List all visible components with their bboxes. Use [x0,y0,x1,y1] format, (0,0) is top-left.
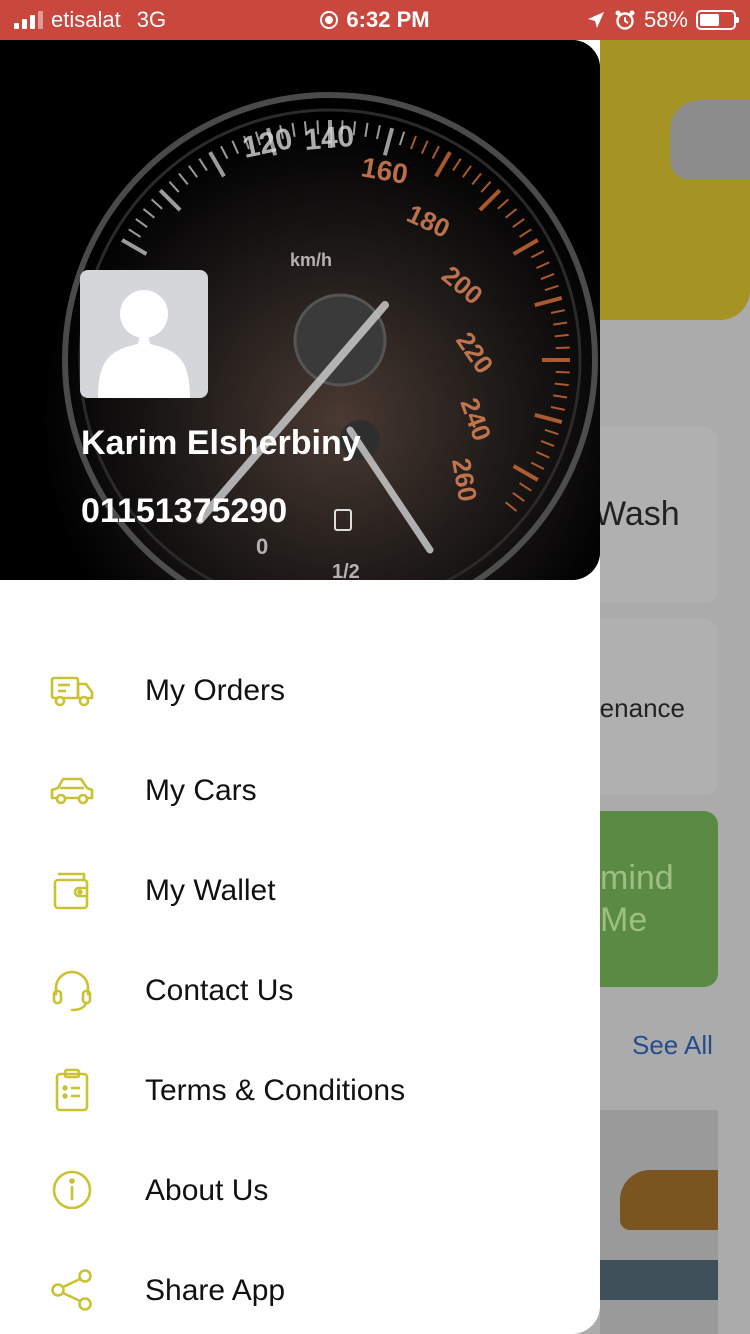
car-icon [50,777,94,805]
user-phone: 01151375290 [81,492,288,530]
menu-label: Contact Us [145,974,294,1007]
menu-item-my-orders[interactable]: My Orders [0,650,600,730]
tow-service-image[interactable] [600,1110,718,1334]
gauge-label: 1/2 [332,561,360,580]
menu-label: Terms & Conditions [145,1074,406,1107]
info-icon [52,1170,92,1210]
screen-record-icon [320,11,339,29]
menu-item-contact-us[interactable]: Contact Us [0,950,600,1030]
service-card-wash-label: Wash [594,495,680,533]
alarm-icon [615,10,635,30]
menu-label: My Wallet [145,874,276,907]
menu-label: My Orders [145,674,286,707]
user-avatar[interactable] [80,270,208,398]
menu-label: Share App [145,1274,286,1307]
wallet-icon [53,872,89,910]
battery-percent: 58% [643,7,688,32]
location-icon [587,12,604,28]
see-all-link[interactable]: See All [632,1030,713,1061]
banner-car-image [670,100,750,180]
menu-label: My Cars [145,774,257,807]
clipboard-icon [55,1068,89,1112]
status-right: 58% [586,7,739,33]
gauge-label: 0 [256,534,268,559]
headset-icon [52,970,92,1012]
navigation-drawer: 120 140 160 180 200 220 240 260 km/h 0 1/2 Karim E… [0,40,600,1334]
remind-line-1: mind [600,859,674,897]
remind-line-2: Me [600,901,648,939]
time-label: 6:32 PM [346,7,430,32]
truck-icon [50,676,94,707]
menu-item-my-cars[interactable]: My Cars [0,750,600,830]
status-bar: etisalat 3G 6:32 PM 58% [0,0,750,40]
gauge-label: km/h [290,250,332,270]
menu-item-terms[interactable]: Terms & Conditions [0,1050,600,1130]
menu-item-share-app[interactable]: Share App [0,1250,600,1330]
user-name: Karim Elsherbiny [81,424,361,462]
gauge-label: 140 [303,120,356,157]
default-avatar-icon [98,290,190,398]
menu-label: About Us [145,1174,269,1207]
menu-item-about-us[interactable]: About Us [0,1150,600,1230]
menu-item-my-wallet[interactable]: My Wallet [0,850,600,930]
share-icon [51,1269,92,1311]
drawer-header: 120 140 160 180 200 220 240 260 km/h 0 1/2 Karim E… [0,40,600,580]
battery-icon [696,10,739,30]
